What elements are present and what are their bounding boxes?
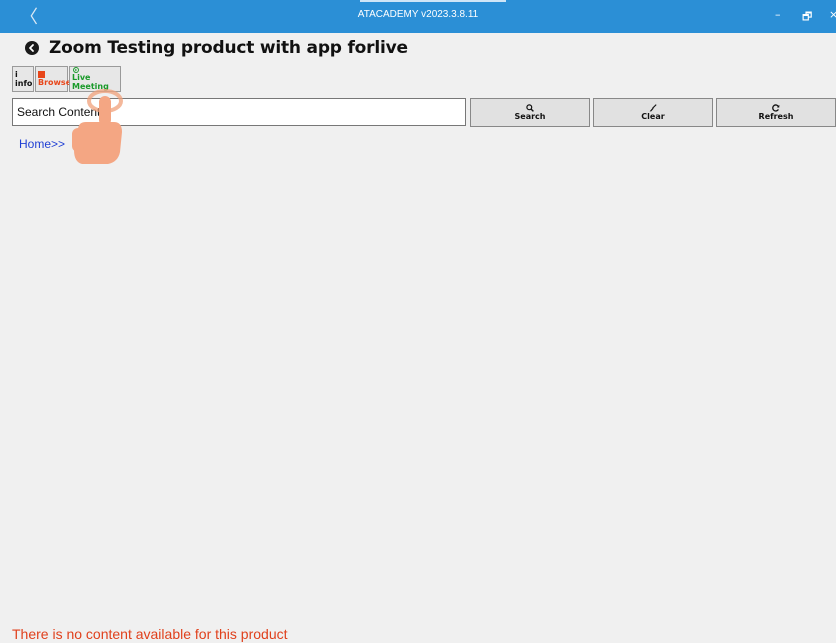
- browse-label: Browse: [38, 78, 72, 87]
- refresh-icon: [772, 103, 780, 112]
- broom-icon: [649, 103, 657, 111]
- title-bar-accent: [360, 0, 506, 2]
- live-meeting-label: Live Meeting: [72, 73, 109, 91]
- live-meeting-button[interactable]: Live Meeting: [69, 66, 121, 92]
- search-button-label: Search: [514, 111, 546, 121]
- browse-button[interactable]: Browse: [35, 66, 72, 92]
- page-title: Zoom Testing product with app forlive: [49, 38, 408, 58]
- window-title: ATACADEMY v2023.3.8.11: [357, 9, 479, 20]
- refresh-button-label: Refresh: [758, 111, 794, 121]
- empty-content-message: There is no content available for this p…: [12, 626, 288, 642]
- restore-icon[interactable]: 🗗: [802, 8, 812, 27]
- info-icon: i: [15, 70, 18, 79]
- folder-icon: [38, 71, 45, 78]
- search-button[interactable]: Search: [470, 98, 590, 127]
- clear-button-label: Clear: [641, 111, 665, 121]
- search-icon: [526, 103, 534, 112]
- search-input[interactable]: [12, 98, 466, 126]
- toolbar: i info Browse Live Meeting: [12, 66, 121, 92]
- back-arrow-circle-icon[interactable]: [25, 41, 39, 55]
- title-bar: 〈 ATACADEMY v2023.3.8.11 – 🗗 ×: [0, 0, 836, 33]
- pointing-hand-icon: [72, 89, 123, 164]
- refresh-button[interactable]: Refresh: [716, 98, 836, 127]
- info-label: info: [15, 79, 33, 88]
- info-button[interactable]: i info: [12, 66, 34, 92]
- clear-button[interactable]: Clear: [593, 98, 713, 127]
- breadcrumb[interactable]: Home>>: [19, 137, 65, 151]
- minimize-icon[interactable]: –: [775, 8, 781, 21]
- close-icon[interactable]: ×: [829, 8, 836, 21]
- page-header: Zoom Testing product with app forlive: [25, 38, 408, 58]
